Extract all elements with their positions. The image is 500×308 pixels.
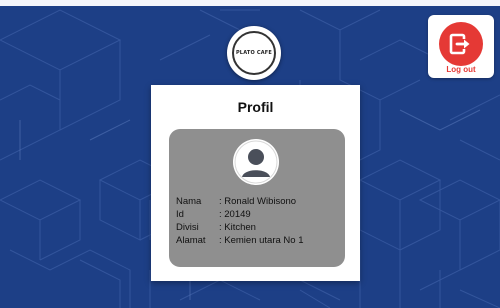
field-row-alamat: Alamat : Kemien utara No 1 (176, 234, 304, 247)
profile-fields: Nama : Ronald Wibisono Id : 20149 Divisi… (176, 195, 304, 247)
logout-button[interactable]: Log out (428, 15, 494, 78)
field-label: Id (176, 209, 184, 220)
field-label: Nama (176, 196, 202, 207)
profile-title: Profil (237, 99, 274, 115)
user-avatar-icon (233, 139, 279, 185)
logout-icon (439, 22, 483, 66)
field-value: : Ronald Wibisono (219, 196, 297, 207)
field-row-id: Id : 20149 (176, 208, 304, 221)
field-label: Alamat (176, 235, 206, 246)
field-row-divisi: Divisi : Kitchen (176, 221, 304, 234)
top-bar (0, 0, 500, 6)
field-value: : 20149 (219, 209, 251, 220)
field-label: Divisi (176, 222, 199, 233)
cafe-logo: PLATO CAFE (227, 26, 281, 80)
logout-label: Log out (446, 65, 476, 74)
field-row-nama: Nama : Ronald Wibisono (176, 195, 304, 208)
field-value: : Kemien utara No 1 (219, 235, 304, 246)
logo-ring: PLATO CAFE (232, 31, 276, 75)
profile-info-panel: Nama : Ronald Wibisono Id : 20149 Divisi… (169, 129, 345, 267)
logo-text: PLATO CAFE (235, 50, 273, 56)
profile-screen: PLATO CAFE Log out Profil Nama: Ronald … (0, 0, 500, 308)
field-value: : Kitchen (219, 222, 256, 233)
profile-card: Profil Nama : Ronald Wibisono Id : 20149 (151, 85, 360, 281)
